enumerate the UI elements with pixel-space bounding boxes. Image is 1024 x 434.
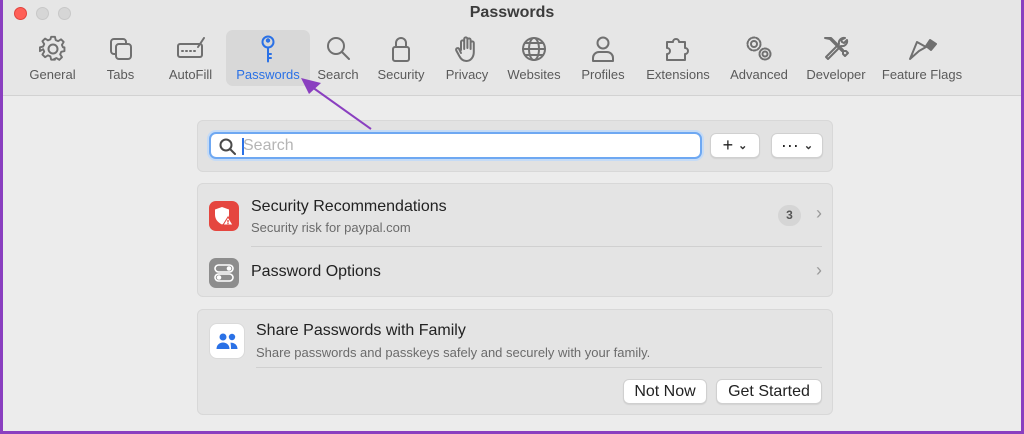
tab-extensions[interactable]: Extensions [636,30,720,86]
tab-label: Search [317,67,359,82]
password-options-row[interactable]: Password Options › [198,247,832,297]
hand-icon [455,36,475,62]
search-icon [219,138,236,155]
tab-label: Feature Flags [881,67,963,82]
password-options-title: Password Options [251,263,381,280]
chevron-down-icon: ⌄ [803,140,814,152]
chevron-right-icon: › [816,203,822,223]
toolbar: Passwords General Tabs AutoFill Password… [3,0,1021,96]
tab-autofill[interactable]: AutoFill [155,30,226,86]
count-badge: 3 [778,205,801,226]
window-title: Passwords [469,4,555,21]
tab-feature-flags[interactable]: Feature Flags [874,30,970,86]
settings-window: Passwords General Tabs AutoFill Password… [0,0,1024,434]
search-field[interactable] [209,132,702,159]
more-options-button[interactable]: ··· ⌄ [771,133,823,158]
add-password-button[interactable]: + ⌄ [710,133,760,158]
tab-label: General [29,67,76,82]
tab-label: Advanced [730,67,788,82]
person-icon [592,36,614,62]
tab-label: Profiles [581,67,625,82]
lock-icon [392,37,410,62]
tab-passwords[interactable]: Passwords [226,30,310,86]
shield-alert-icon [209,201,239,231]
family-icon [209,323,245,359]
tab-websites[interactable]: Websites [498,30,570,86]
tab-security[interactable]: Security [366,30,436,86]
tab-label: Security [377,67,425,82]
share-passwords-panel: Share Passwords with Family Share passwo… [197,309,833,415]
tab-tabs[interactable]: Tabs [86,30,155,86]
autofill-icon [176,37,205,58]
tab-label: Passwords [236,67,300,82]
search-panel: + ⌄ ··· ⌄ [197,120,833,172]
chevron-right-icon: › [816,260,822,280]
tab-developer[interactable]: Developer [798,30,874,86]
get-started-button[interactable]: Get Started [716,379,822,404]
tab-advanced[interactable]: Advanced [720,30,798,86]
security-recommendations-row[interactable]: Security Recommendations Security risk f… [198,184,832,246]
toggles-icon [209,258,239,288]
tab-profiles[interactable]: Profiles [570,30,636,86]
preferences-tabs: General Tabs AutoFill Passwords Search S… [19,30,1011,88]
tab-label: Tabs [106,67,135,82]
key-icon [261,35,275,63]
security-recommendations-title: Security Recommendations [251,198,447,215]
not-now-button[interactable]: Not Now [623,379,707,404]
security-recommendations-subtitle: Security risk for paypal.com [251,220,411,235]
tab-general[interactable]: General [19,30,86,86]
search-input[interactable] [243,136,693,156]
gear-icon [38,35,65,61]
tab-label: AutoFill [168,67,213,82]
chevron-down-icon: ⌄ [738,140,748,152]
password-settings-list: Security Recommendations Security risk f… [197,183,833,297]
tab-label: Privacy [445,67,489,82]
divider [256,367,822,368]
tab-label: Developer [806,67,866,82]
ellipsis-icon: ··· [780,135,799,155]
tabs-icon [109,38,132,60]
globe-icon [522,37,546,61]
puzzle-icon [666,38,689,61]
share-title: Share Passwords with Family [256,322,466,339]
tab-label: Websites [507,67,561,82]
tab-search[interactable]: Search [310,30,366,86]
tab-label: Extensions [646,67,710,82]
plus-icon: + [722,135,734,155]
gears-icon [746,36,772,61]
tab-privacy[interactable]: Privacy [436,30,498,86]
magnifier-icon [327,37,350,60]
share-subtitle: Share passwords and passkeys safely and … [256,345,651,360]
flags-icon [909,39,937,60]
tools-icon [824,36,849,60]
